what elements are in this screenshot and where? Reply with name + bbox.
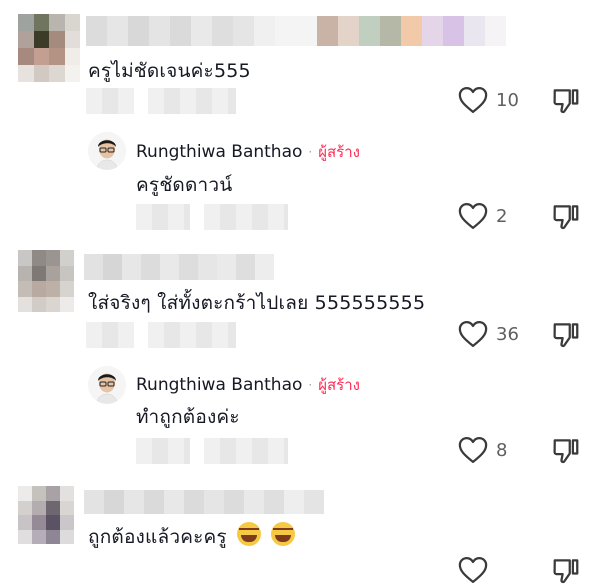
dislike-icon[interactable] xyxy=(551,86,581,116)
reply-text: ครูชัดดาวน์ xyxy=(136,174,233,196)
like-button[interactable]: 10 xyxy=(458,86,519,114)
tears-of-joy-emoji xyxy=(237,522,262,546)
username-blurred[interactable] xyxy=(86,16,506,46)
like-count: 10 xyxy=(496,89,519,111)
creator-avatar-image xyxy=(88,366,126,404)
like-button[interactable]: 36 xyxy=(458,320,519,348)
like-count: 8 xyxy=(496,439,508,461)
dislike-icon[interactable] xyxy=(551,436,581,466)
like-button[interactable]: 2 xyxy=(458,202,507,230)
tears-of-joy-emoji xyxy=(271,522,296,546)
comment-text: ครูไม่ชัดเจนค่ะ555 xyxy=(88,60,251,82)
like-button[interactable] xyxy=(458,556,496,584)
creator-badge: ผู้สร้าง xyxy=(318,376,360,394)
creator-avatar[interactable] xyxy=(88,366,126,404)
dislike-icon[interactable] xyxy=(551,556,581,586)
username-blurred[interactable] xyxy=(84,490,324,514)
comment-meta-blurred xyxy=(86,88,236,114)
username-blurred[interactable] xyxy=(84,254,274,280)
reply-author-row: Rungthiwa Banthao · ผู้สร้าง xyxy=(136,140,360,164)
reply-author-name[interactable]: Rungthiwa Banthao xyxy=(136,142,302,162)
creator-avatar[interactable] xyxy=(88,132,126,170)
comment-text-row: ถูกต้องแล้วคะครู xyxy=(88,522,296,552)
heart-icon xyxy=(458,203,488,229)
like-count: 36 xyxy=(496,323,519,345)
avatar-blurred[interactable] xyxy=(18,486,74,544)
comment-text: ถูกต้องแล้วคะครู xyxy=(88,526,227,548)
reply-meta-blurred xyxy=(136,438,288,464)
heart-icon xyxy=(458,87,488,113)
dislike-icon[interactable] xyxy=(551,202,581,232)
avatar-blurred[interactable] xyxy=(18,14,80,82)
separator-dot: · xyxy=(308,378,313,392)
reply-text: ทำถูกต้องค่ะ xyxy=(136,406,240,428)
like-button[interactable]: 8 xyxy=(458,436,507,464)
creator-avatar-image xyxy=(88,132,126,170)
reply-author-row: Rungthiwa Banthao · ผู้สร้าง xyxy=(136,373,360,397)
separator-dot: · xyxy=(308,145,313,159)
heart-icon xyxy=(458,557,488,583)
reply-meta-blurred xyxy=(136,204,288,230)
heart-icon xyxy=(458,321,488,347)
like-count: 2 xyxy=(496,205,508,227)
reply-author-name[interactable]: Rungthiwa Banthao xyxy=(136,375,302,395)
avatar-blurred[interactable] xyxy=(18,250,74,312)
heart-icon xyxy=(458,437,488,463)
creator-badge: ผู้สร้าง xyxy=(318,143,360,161)
dislike-icon[interactable] xyxy=(551,320,581,350)
comment-text: ใส่จริงๆ ใส่ทั้งตะกร้าไปเลย 555555555 xyxy=(88,292,426,314)
comment-meta-blurred xyxy=(86,322,236,348)
